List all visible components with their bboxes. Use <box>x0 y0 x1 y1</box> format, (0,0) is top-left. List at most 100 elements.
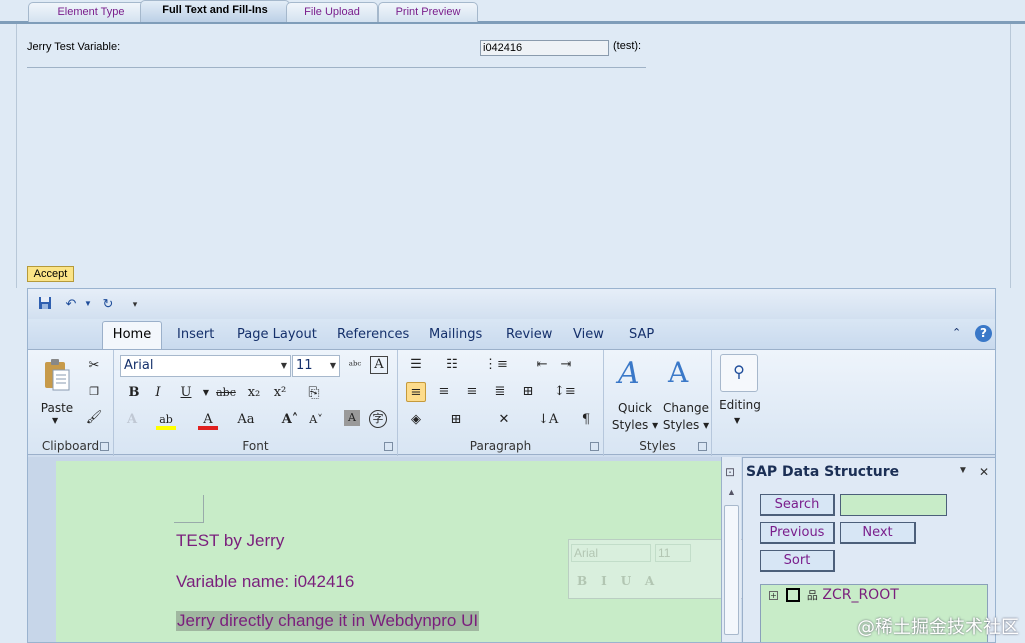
customize-qat-icon[interactable]: ▾ <box>127 296 143 312</box>
font-color-icon[interactable]: A <box>198 410 218 430</box>
decrease-indent-icon[interactable]: ⇤ <box>532 355 552 375</box>
shrink-font-icon[interactable]: A˅ <box>306 410 326 430</box>
pane-close-icon[interactable]: ✕ <box>979 465 989 479</box>
sort-icon[interactable]: ↓A <box>538 410 558 430</box>
sort-button[interactable]: Sort <box>760 550 835 572</box>
align-center-icon[interactable]: ≡ <box>434 382 454 402</box>
ribbon-tab-insert[interactable]: Insert <box>177 327 214 342</box>
change-case-aa-icon[interactable]: Aa <box>236 410 256 430</box>
undo-icon[interactable]: ↶ <box>63 296 79 312</box>
align-right-icon[interactable]: ≡ <box>462 382 482 402</box>
font-name-select[interactable]: Arial ▼ <box>120 355 291 377</box>
ribbon-tab-sap[interactable]: SAP <box>629 327 654 342</box>
ribbon-tab-home[interactable]: Home <box>102 321 162 349</box>
italic-icon[interactable]: I <box>148 383 168 403</box>
doc-line-title[interactable]: TEST by Jerry <box>176 531 284 551</box>
mini-format-icons[interactable]: BIUA <box>577 574 668 588</box>
accept-button[interactable]: Accept <box>27 266 74 282</box>
justify-icon[interactable]: ≣ <box>490 382 510 402</box>
word-editor: ↶ ▼ ↻ ▾ Home Insert Page Layout Referenc… <box>27 288 996 643</box>
line-spacing-icon[interactable]: ↕≡ <box>554 382 576 402</box>
sap-pane-title: SAP Data Structure <box>746 464 900 480</box>
save-icon[interactable] <box>37 296 53 312</box>
multilevel-list-icon[interactable]: ⋮≡ <box>484 355 508 375</box>
paste-icon[interactable] <box>42 358 72 392</box>
expand-icon[interactable]: + <box>769 590 778 600</box>
document-area: TEST by Jerry Variable name: i042416 Jer… <box>28 457 748 642</box>
tab-print-preview[interactable]: Print Preview <box>378 2 478 22</box>
variable-suffix: (test): <box>613 40 642 52</box>
highlight-color-icon[interactable]: ab <box>156 410 176 430</box>
underline-icon[interactable]: U <box>176 383 196 403</box>
editing-dropdown-icon[interactable]: ▼ <box>734 416 740 425</box>
strikethrough-icon[interactable]: abc <box>216 383 236 403</box>
editing-button[interactable]: Editing <box>714 398 766 412</box>
enclose-characters-icon[interactable]: 字 <box>369 410 387 428</box>
watermark: @稀土掘金技术社区 <box>857 617 1019 638</box>
mini-size-select[interactable]: 11 <box>655 544 691 562</box>
search-button[interactable]: Search <box>760 494 835 516</box>
pane-options-icon[interactable]: ▼ <box>958 465 968 476</box>
ruler-toggle-icon[interactable]: ⊡ <box>725 465 735 479</box>
doc-line-selected[interactable]: Jerry directly change it in Webdynpro UI <box>176 611 480 631</box>
format-painter-icon[interactable]: 🖌 <box>84 408 104 428</box>
show-marks-icon[interactable]: ¶ <box>576 410 596 430</box>
styles-launcher-icon[interactable] <box>698 442 707 451</box>
tab-full-text-fill-ins[interactable]: Full Text and Fill-Ins <box>140 0 290 22</box>
ribbon-tab-review[interactable]: Review <box>506 327 552 342</box>
redo-icon[interactable]: ↻ <box>100 296 116 312</box>
tree-node-root[interactable]: + 品 ZCR_ROOT <box>769 587 899 603</box>
subscript-icon[interactable]: x₂ <box>244 383 264 403</box>
change-case-icon[interactable]: ᵃᵇᶜ <box>345 356 365 376</box>
editing-group: ⚲ Editing ▼ <box>712 350 768 456</box>
paste-button[interactable]: Paste <box>38 401 76 415</box>
quick-styles-button[interactable]: Quick Styles ▾ <box>610 400 660 434</box>
ribbon-tab-references[interactable]: References <box>337 327 409 342</box>
next-button[interactable]: Next <box>840 522 916 544</box>
superscript-icon[interactable]: x² <box>270 383 290 403</box>
scroll-up-icon[interactable]: ▲ <box>727 487 736 497</box>
clipboard-launcher-icon[interactable] <box>100 442 109 451</box>
paragraph-launcher-icon[interactable] <box>590 442 599 451</box>
variable-input[interactable] <box>480 40 609 56</box>
copy-icon[interactable]: ❐ <box>84 382 104 402</box>
increase-indent-icon[interactable]: ⇥ <box>556 355 576 375</box>
grow-font-icon[interactable]: A˄ <box>280 410 300 430</box>
font-size-select[interactable]: 11 ▼ <box>292 355 340 377</box>
minimize-ribbon-icon[interactable]: ⌃ <box>952 326 961 339</box>
clear-formatting-icon[interactable]: A <box>370 356 388 374</box>
phonetic-guide-icon[interactable]: ⎘ <box>304 383 324 403</box>
previous-button[interactable]: Previous <box>760 522 835 544</box>
asian-layout-icon[interactable]: ✕ <box>494 410 514 430</box>
font-launcher-icon[interactable] <box>384 442 393 451</box>
scrollbar-thumb[interactable] <box>724 505 739 635</box>
ribbon-tab-mailings[interactable]: Mailings <box>429 327 482 342</box>
tab-element-type[interactable]: Element Type <box>28 2 154 22</box>
mini-font-select[interactable]: Arial <box>571 544 651 562</box>
undo-dropdown-icon[interactable]: ▼ <box>80 296 96 312</box>
find-binoculars-icon[interactable]: ⚲ <box>720 354 758 392</box>
character-shading-icon[interactable]: A <box>344 410 360 426</box>
ribbon-tab-view[interactable]: View <box>573 327 604 342</box>
align-left-icon[interactable]: ≡ <box>406 382 426 402</box>
node-checkbox[interactable] <box>786 588 801 602</box>
vertical-scrollbar[interactable]: ⊡ ▲ <box>721 457 741 642</box>
text-effects-icon[interactable]: A <box>122 410 142 430</box>
shading-icon[interactable]: ◈ <box>406 410 426 430</box>
underline-dropdown-icon[interactable]: ▼ <box>196 383 216 403</box>
change-styles-button[interactable]: Change Styles ▾ <box>660 400 712 434</box>
tab-file-upload[interactable]: File Upload <box>286 2 378 22</box>
quick-styles-icon[interactable]: A <box>618 356 640 391</box>
doc-line-variable[interactable]: Variable name: i042416 <box>176 572 354 592</box>
change-styles-icon[interactable]: A <box>668 356 688 389</box>
bullets-icon[interactable]: ☰ <box>406 355 426 375</box>
cut-icon[interactable]: ✂ <box>84 356 104 376</box>
distributed-icon[interactable]: ⊞ <box>518 382 538 402</box>
numbering-icon[interactable]: ☷ <box>442 355 462 375</box>
paste-dropdown-icon[interactable]: ▼ <box>52 416 58 425</box>
bold-icon[interactable]: B <box>124 383 144 403</box>
help-icon[interactable]: ? <box>975 325 992 342</box>
ribbon-tab-page-layout[interactable]: Page Layout <box>237 327 317 342</box>
search-input[interactable] <box>840 494 947 516</box>
borders-icon[interactable]: ⊞ <box>446 410 466 430</box>
